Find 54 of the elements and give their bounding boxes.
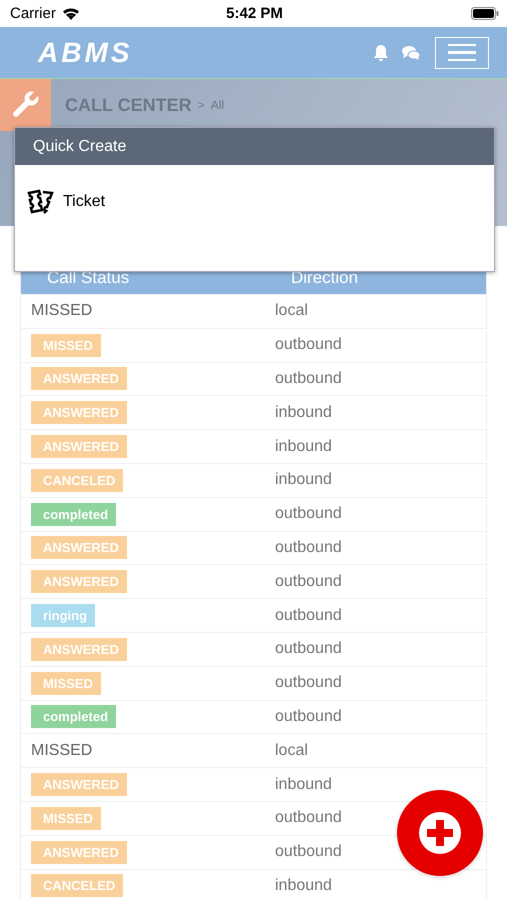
quick-create-item[interactable]: Ticket	[15, 165, 494, 239]
direction-text: inbound	[275, 438, 333, 456]
status-badge: MISSED	[31, 334, 101, 357]
status-badge: MISSED	[31, 806, 101, 830]
status-badge: ANSWERED	[31, 773, 127, 796]
status-badge: ANSWERED	[31, 367, 127, 390]
column-header[interactable]: Direction	[265, 268, 486, 294]
direction-text: local	[275, 742, 309, 760]
status-badge: ANSWERED	[31, 401, 127, 424]
status-badge: ANSWERED	[31, 570, 127, 594]
chat-icon[interactable]	[401, 44, 421, 60]
wifi-icon	[62, 7, 80, 20]
direction-text: outbound	[275, 640, 343, 658]
status-badge: MISSED	[31, 672, 101, 695]
status-badge: CANCELED	[31, 874, 124, 898]
battery-icon	[470, 7, 499, 20]
direction-text: outbound	[275, 606, 343, 625]
direction-text: outbound	[275, 572, 343, 591]
direction-text: outbound	[275, 809, 343, 828]
clock-time: 5:42 PM	[226, 5, 283, 22]
section-title: CALL CENTER	[65, 94, 192, 116]
direction-text: outbound	[275, 538, 343, 557]
status-badge: ANSWERED	[31, 536, 127, 560]
status-badge: completed	[31, 705, 116, 728]
direction-text: outbound	[275, 708, 343, 726]
direction-text: outbound	[275, 505, 343, 524]
carrier-label: Carrier	[10, 5, 56, 22]
direction-text: outbound	[275, 336, 343, 354]
bell-icon[interactable]	[373, 44, 389, 62]
direction-text: outbound	[275, 370, 343, 388]
status-text: MISSED	[31, 742, 94, 760]
direction-text: outbound	[275, 843, 343, 862]
status-badge: ANSWERED	[31, 435, 127, 458]
breadcrumb-current[interactable]: All	[210, 98, 224, 112]
ticket-icon	[27, 189, 55, 215]
add-button[interactable]	[397, 790, 483, 876]
wrench-icon	[10, 90, 40, 120]
logo: ABMS	[38, 36, 134, 68]
status-badge: completed	[31, 502, 116, 526]
direction-text: inbound	[275, 776, 333, 794]
breadcrumb-separator: >	[198, 98, 205, 112]
direction-text: inbound	[275, 876, 333, 895]
status-badge: ANSWERED	[31, 638, 127, 661]
status-badge: CANCELED	[31, 468, 124, 492]
status-badge: ANSWERED	[31, 840, 127, 864]
direction-text: inbound	[275, 404, 333, 422]
popup-title: Quick Create	[15, 128, 494, 165]
status-text: MISSED	[31, 302, 94, 320]
menu-button[interactable]	[435, 36, 489, 68]
direction-text: local	[275, 302, 309, 320]
status-badge: ringing	[31, 604, 96, 628]
direction-text: outbound	[275, 674, 343, 692]
direction-text: inbound	[275, 471, 333, 490]
plus-icon	[419, 812, 461, 854]
